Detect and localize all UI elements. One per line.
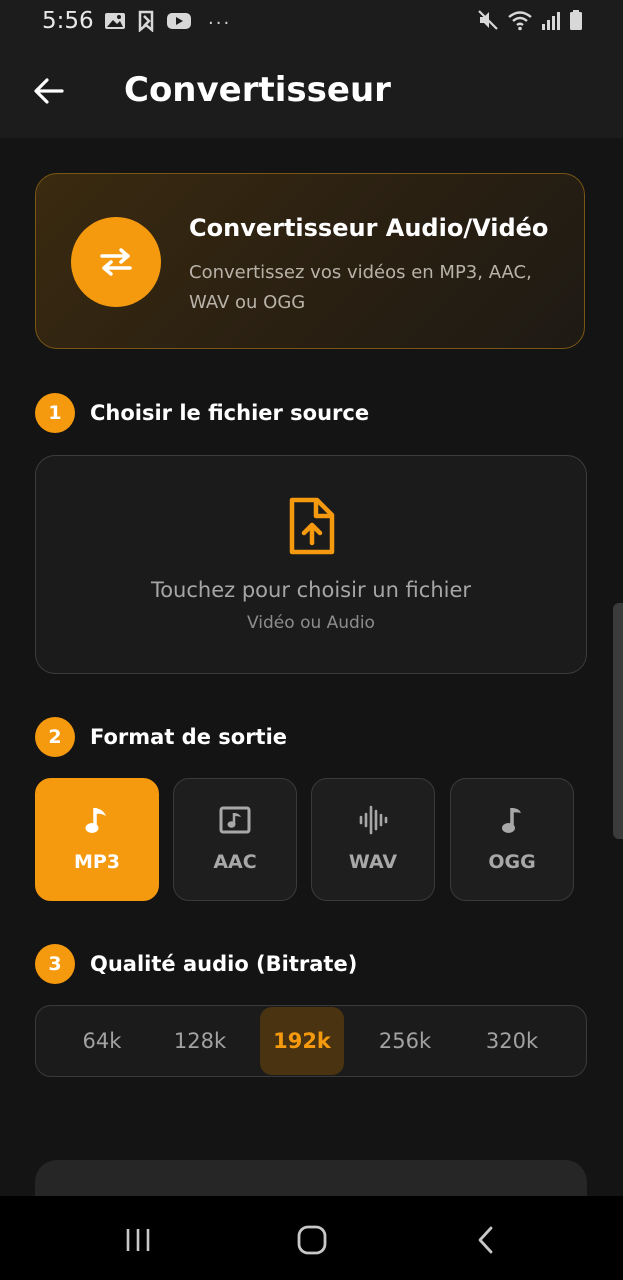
step-label: Choisir le fichier source [90, 401, 370, 425]
chevron-left-icon [478, 1226, 493, 1254]
status-system-icons [477, 9, 583, 35]
arrow-left-icon [34, 78, 64, 104]
step-label: Format de sortie [90, 725, 288, 749]
step-label: Qualité audio (Bitrate) [90, 952, 358, 976]
file-picker-hint: Vidéo ou Audio [247, 613, 375, 633]
page-title: Convertisseur [124, 70, 391, 110]
music-note-icon [451, 805, 573, 835]
system-nav-bar [0, 1196, 623, 1280]
hero-subtitle: Convertissez vos vidéos en MP3, AAC, WAV… [189, 262, 532, 313]
bitrate-option-256k[interactable]: 256k [363, 1007, 447, 1075]
swap-arrows-icon [100, 248, 132, 276]
hero-card: Convertisseur Audio/Vidéo Convertissez v… [35, 173, 585, 349]
home-button[interactable] [290, 1218, 334, 1262]
youtube-icon [166, 11, 192, 35]
file-picker[interactable]: Touchez pour choisir un fichier Vidéo ou… [35, 455, 587, 674]
more-notifications-icon: ··· [208, 12, 232, 34]
bitrate-option-128k[interactable]: 128k [158, 1007, 242, 1075]
wifi-icon [507, 9, 533, 35]
recent-apps-icon [126, 1229, 150, 1251]
bitrate-option-320k[interactable]: 320k [470, 1007, 554, 1075]
recent-apps-button[interactable] [116, 1218, 160, 1262]
bitrate-option-64k[interactable]: 64k [60, 1007, 144, 1075]
system-back-button[interactable] [464, 1218, 508, 1262]
app-bar: Convertisseur [0, 44, 623, 138]
step-number-badge: 3 [35, 944, 75, 984]
format-label: WAV [348, 851, 398, 873]
waveform-icon [312, 805, 434, 835]
format-label: MP3 [73, 851, 121, 873]
home-icon [297, 1225, 327, 1255]
format-label: AAC [213, 851, 257, 873]
step-number-badge: 1 [35, 393, 75, 433]
signal-icon [541, 9, 561, 35]
step-2-header: 2 Format de sortie [35, 717, 287, 757]
music-file-icon [174, 805, 296, 835]
format-label: OGG [488, 851, 536, 873]
back-button[interactable] [28, 70, 70, 112]
scrollbar-thumb[interactable] [613, 603, 623, 839]
hero-title: Convertisseur Audio/Vidéo [189, 214, 549, 242]
format-option-mp3[interactable]: MP3 [35, 778, 159, 901]
bitrate-option-192k[interactable]: 192k [260, 1007, 344, 1075]
gallery-icon [104, 11, 126, 35]
file-upload-icon [287, 496, 337, 560]
format-option-wav[interactable]: WAV [311, 778, 435, 901]
battery-icon [569, 9, 583, 35]
mute-icon [477, 9, 499, 35]
format-option-aac[interactable]: AAC [173, 778, 297, 901]
bitrate-selector: 64k 128k 192k 256k 320k [35, 1005, 587, 1077]
status-notification-icons: ··· [104, 10, 231, 36]
hero-icon [71, 217, 161, 307]
step-3-header: 3 Qualité audio (Bitrate) [35, 944, 357, 984]
status-bar: 5:56 ··· [0, 0, 623, 44]
app-notification-icon [136, 10, 156, 36]
music-note-icon [36, 805, 158, 835]
status-time: 5:56 [42, 8, 94, 34]
step-number-badge: 2 [35, 717, 75, 757]
format-option-ogg[interactable]: OGG [450, 778, 574, 901]
step-1-header: 1 Choisir le fichier source [35, 393, 369, 433]
file-picker-title: Touchez pour choisir un fichier [150, 578, 472, 602]
